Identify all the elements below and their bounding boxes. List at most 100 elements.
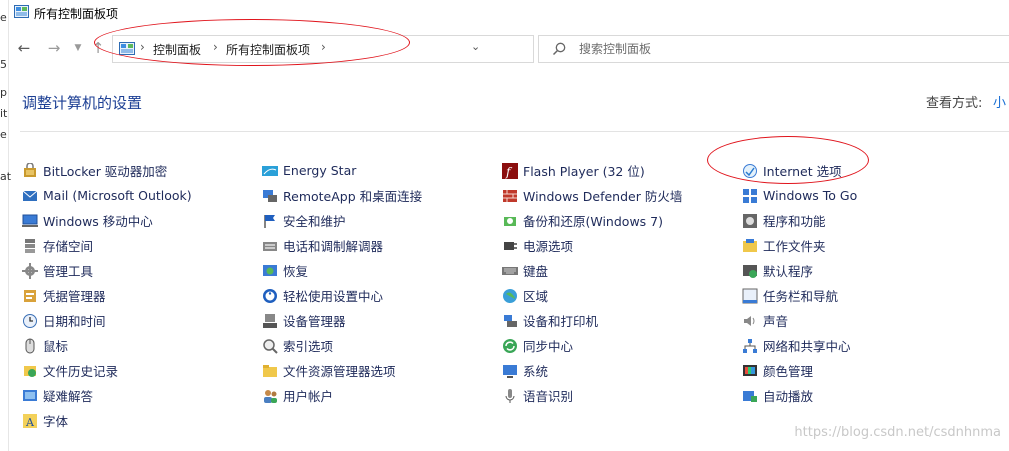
control-panel-item[interactable]: 颜色管理 bbox=[742, 358, 857, 383]
forward-button[interactable]: → bbox=[44, 38, 64, 58]
recovery-icon bbox=[262, 263, 278, 279]
control-panel-item-label: 字体 bbox=[43, 414, 69, 429]
control-panel-item[interactable]: f Flash Player (32 位) bbox=[502, 158, 682, 183]
column-3: f Flash Player (32 位) Windows Defender 防火墙… bbox=[502, 158, 682, 408]
energy-star-icon bbox=[262, 163, 278, 179]
programs-features-icon bbox=[742, 213, 758, 229]
file-history-icon bbox=[22, 363, 38, 379]
address-bar[interactable]: › 控制面板 › 所有控制面板项 › ⌄ ↻ bbox=[112, 35, 620, 63]
control-panel-item[interactable]: Windows 移动中心 bbox=[22, 208, 192, 233]
control-panel-item[interactable]: Internet 选项 bbox=[742, 158, 857, 183]
column-4: Internet 选项 Windows To Go 程序和功能工作文件夹 默认程序 任务… bbox=[742, 158, 857, 408]
control-panel-item[interactable]: 鼠标 bbox=[22, 333, 192, 358]
control-panel-item-label: 文件历史记录 bbox=[43, 364, 119, 379]
control-panel-item[interactable]: 设备和打印机 bbox=[502, 308, 682, 333]
recent-locations-button[interactable]: ▼ bbox=[68, 38, 88, 58]
control-panel-item[interactable]: BitLocker 驱动器加密 bbox=[22, 158, 192, 183]
up-button[interactable]: ↑ bbox=[88, 38, 108, 58]
control-panel-item-label: 用户帐户 bbox=[283, 389, 334, 404]
control-panel-item[interactable]: RemoteApp 和桌面连接 bbox=[262, 183, 422, 208]
control-panel-item-label: 疑难解答 bbox=[43, 389, 94, 404]
control-panel-item[interactable]: 轻松使用设置中心 bbox=[262, 283, 422, 308]
user-accounts-icon bbox=[262, 388, 278, 404]
control-panel-item-label: RemoteApp 和桌面连接 bbox=[283, 189, 423, 204]
troubleshooting-icon bbox=[22, 388, 38, 404]
control-panel-item[interactable]: 用户帐户 bbox=[262, 383, 422, 408]
control-panel-item[interactable]: 安全和维护 bbox=[262, 208, 422, 233]
control-panel-item[interactable]: 文件资源管理器选项 bbox=[262, 358, 422, 383]
breadcrumb-all-items[interactable]: 所有控制面板项 bbox=[226, 41, 310, 58]
control-panel-item-label: 凭据管理器 bbox=[43, 289, 106, 304]
control-panel-item-label: Energy Star bbox=[283, 163, 357, 178]
control-panel-item[interactable]: 任务栏和导航 bbox=[742, 283, 857, 308]
control-panel-icon bbox=[14, 5, 29, 18]
control-panel-item[interactable]: 存储空间 bbox=[22, 233, 192, 258]
mobility-center-icon bbox=[22, 213, 38, 229]
indexing-icon bbox=[262, 338, 278, 354]
control-panel-item-label: 备份和还原(Windows 7) bbox=[523, 214, 663, 229]
control-panel-item-label: 网络和共享中心 bbox=[763, 339, 851, 354]
edge-char: e bbox=[0, 128, 7, 141]
chevron-down-icon: ▼ bbox=[74, 43, 82, 53]
arrow-left-icon: ← bbox=[17, 39, 31, 57]
control-panel-item-label: Windows 移动中心 bbox=[43, 214, 153, 229]
control-panel-item[interactable]: 管理工具 bbox=[22, 258, 192, 283]
windows-to-go-icon bbox=[742, 188, 758, 204]
security-flag-icon bbox=[262, 213, 278, 229]
control-panel-item[interactable]: 区域 bbox=[502, 283, 682, 308]
admin-tools-icon bbox=[22, 262, 38, 279]
control-panel-item[interactable]: Windows Defender 防火墙 bbox=[502, 183, 682, 208]
search-box[interactable] bbox=[538, 35, 1009, 63]
control-panel-item[interactable]: 语音识别 bbox=[502, 383, 682, 408]
control-panel-item-label: 恢复 bbox=[283, 264, 309, 279]
control-panel-item[interactable]: 恢复 bbox=[262, 258, 422, 283]
control-panel-item-label: 程序和功能 bbox=[763, 214, 826, 229]
network-icon bbox=[742, 338, 758, 354]
control-panel-item[interactable]: 疑难解答 bbox=[22, 383, 192, 408]
navigation-bar: ← → ▼ ↑ › 控制面板 › 所有控制面板项 › ⌄ ↻ bbox=[8, 32, 1009, 64]
control-panel-item-label: 同步中心 bbox=[523, 339, 574, 354]
power-options-icon bbox=[502, 238, 518, 254]
chevron-right-icon: › bbox=[213, 40, 218, 54]
bitlocker-icon bbox=[22, 161, 38, 179]
control-panel-item[interactable]: 声音 bbox=[742, 308, 857, 333]
address-dropdown-icon[interactable]: ⌄ bbox=[471, 40, 480, 53]
control-panel-item[interactable]: 同步中心 bbox=[502, 333, 682, 358]
control-panel-item-label: 键盘 bbox=[523, 264, 549, 279]
control-panel-item[interactable]: 备份和还原(Windows 7) bbox=[502, 208, 682, 233]
control-panel-item[interactable]: 凭据管理器 bbox=[22, 283, 192, 308]
svg-text:A: A bbox=[25, 416, 35, 429]
background-window-edge: e 5 p it e at bbox=[0, 0, 11, 451]
control-panel-item[interactable]: 日期和时间 bbox=[22, 308, 192, 333]
breadcrumb-control-panel[interactable]: 控制面板 bbox=[153, 41, 201, 58]
control-panel-item[interactable]: Mail (Microsoft Outlook) bbox=[22, 183, 192, 208]
control-panel-item[interactable]: 自动播放 bbox=[742, 383, 857, 408]
control-panel-item[interactable]: 默认程序 bbox=[742, 258, 857, 283]
control-panel-item-label: 鼠标 bbox=[43, 339, 69, 354]
control-panel-item[interactable]: 工作文件夹 bbox=[742, 233, 857, 258]
control-panel-item[interactable]: 电源选项 bbox=[502, 233, 682, 258]
control-panel-item[interactable]: 设备管理器 bbox=[262, 308, 422, 333]
column-1: BitLocker 驱动器加密 Mail (Microsoft Outlook) W… bbox=[22, 158, 192, 433]
control-panel-item-label: Windows Defender 防火墙 bbox=[523, 189, 683, 204]
firewall-icon bbox=[502, 188, 518, 204]
control-panel-item[interactable]: A 字体 bbox=[22, 408, 192, 433]
view-by-dropdown[interactable]: 小 bbox=[993, 92, 1006, 111]
search-input[interactable] bbox=[577, 40, 981, 58]
credential-manager-icon bbox=[22, 288, 38, 304]
control-panel-item[interactable]: 系统 bbox=[502, 358, 682, 383]
region-icon bbox=[502, 288, 518, 304]
control-panel-item[interactable]: Windows To Go bbox=[742, 183, 857, 208]
control-panel-item[interactable]: 电话和调制解调器 bbox=[262, 233, 422, 258]
control-panel-item[interactable]: 键盘 bbox=[502, 258, 682, 283]
control-panel-item[interactable]: Energy Star bbox=[262, 158, 422, 183]
fonts-icon: A bbox=[22, 413, 38, 429]
watermark: https://blog.csdn.net/csdnhnma bbox=[794, 425, 1001, 440]
back-button[interactable]: ← bbox=[14, 38, 34, 58]
control-panel-item[interactable]: 网络和共享中心 bbox=[742, 333, 857, 358]
internet-options-icon bbox=[742, 163, 758, 179]
control-panel-item[interactable]: 索引选项 bbox=[262, 333, 422, 358]
control-panel-item[interactable]: 文件历史记录 bbox=[22, 358, 192, 383]
keyboard-icon bbox=[502, 263, 518, 279]
control-panel-item[interactable]: 程序和功能 bbox=[742, 208, 857, 233]
